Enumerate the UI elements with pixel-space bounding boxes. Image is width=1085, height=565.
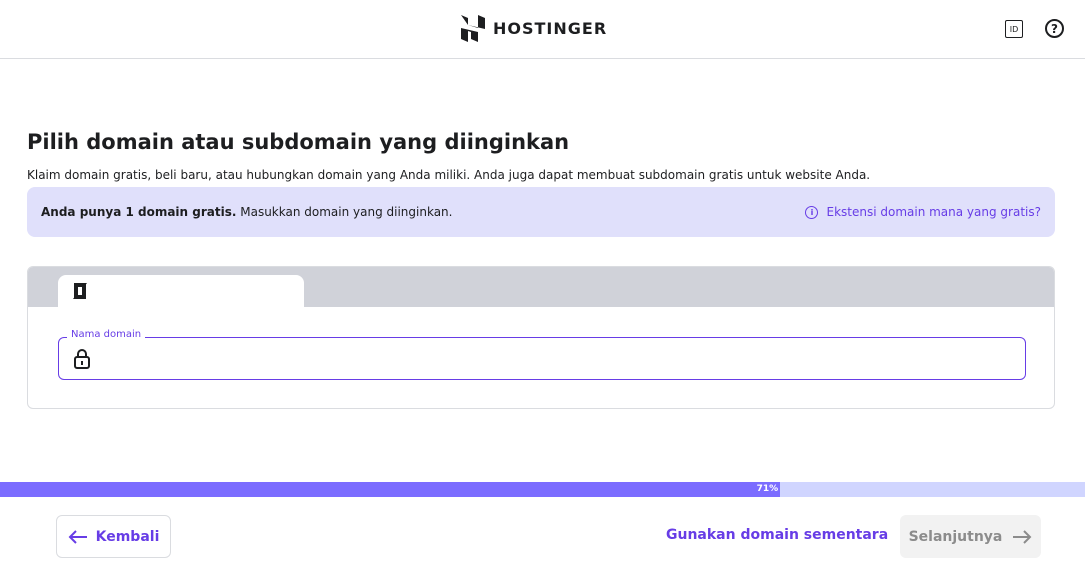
header: HOSTINGER ID ?: [0, 0, 1085, 59]
hostinger-symbol-icon: [73, 283, 87, 299]
brand-name: HOSTINGER: [493, 19, 608, 38]
domain-name-field[interactable]: Nama domain: [58, 329, 1026, 380]
free-extensions-link[interactable]: i Ekstensi domain mana yang gratis?: [805, 205, 1041, 219]
free-domain-banner: Anda punya 1 domain gratis. Masukkan dom…: [27, 187, 1055, 237]
progress-bar: 71%: [0, 482, 1085, 497]
domain-name-label: Nama domain: [67, 329, 146, 340]
next-label: Selanjutnya: [908, 528, 1003, 545]
hostinger-logo-icon: [461, 15, 485, 42]
next-button[interactable]: Selanjutnya: [900, 515, 1041, 558]
tab-bar: [28, 267, 1054, 308]
link-label: Ekstensi domain mana yang gratis?: [826, 205, 1041, 219]
domain-card: Nama domain: [27, 266, 1055, 409]
page-subtitle: Klaim domain gratis, beli baru, atau hub…: [27, 168, 871, 182]
domain-name-input[interactable]: [101, 343, 1025, 374]
lock-icon: [74, 348, 90, 369]
help-icon[interactable]: ?: [1045, 19, 1064, 38]
info-icon: i: [805, 205, 819, 219]
banner-text: Masukkan domain yang diinginkan.: [236, 205, 453, 219]
back-button[interactable]: Kembali: [56, 515, 171, 558]
arrow-left-icon: [68, 529, 87, 544]
banner-bold: Anda punya 1 domain gratis.: [41, 205, 237, 219]
hostinger-logo[interactable]: HOSTINGER: [461, 15, 607, 42]
page-title: Pilih domain atau subdomain yang diingin…: [27, 130, 570, 154]
tab-hostinger-domain[interactable]: [58, 275, 304, 308]
use-temporary-domain-link[interactable]: Gunakan domain sementara: [666, 527, 888, 543]
progress-fill: 71%: [0, 482, 781, 497]
back-label: Kembali: [95, 528, 160, 545]
arrow-right-icon: [1013, 529, 1032, 544]
language-selector[interactable]: ID: [1005, 20, 1023, 38]
